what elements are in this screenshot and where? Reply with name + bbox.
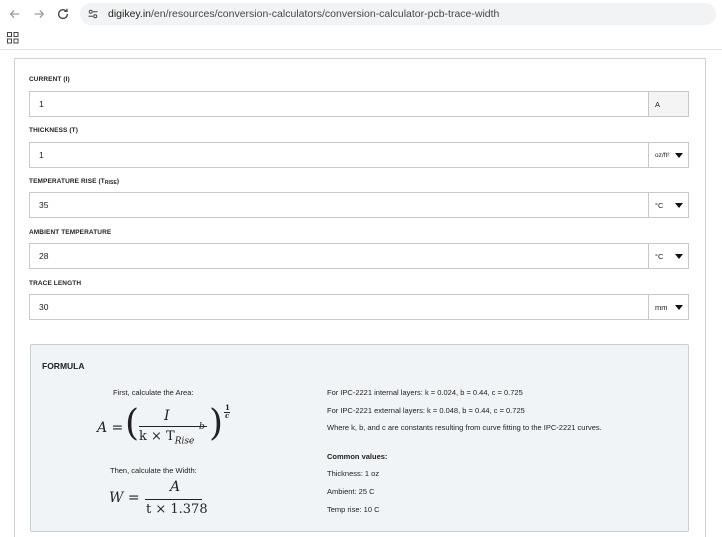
width-step-text: Then, calculate the Width:	[110, 466, 197, 475]
left-paren: (	[125, 403, 140, 444]
temperature-rise-input[interactable]: 35	[29, 192, 648, 218]
right-paren: )	[209, 403, 224, 444]
trace-length-unit-select[interactable]: mm	[648, 294, 689, 320]
ambient-temperature-unit-value: °C	[655, 251, 664, 261]
temperature-rise-label-text: TEMPERATURE RISE (T	[29, 178, 105, 185]
area-numerator: I	[164, 408, 170, 424]
site-settings-icon[interactable]	[86, 7, 100, 21]
current-field: 1 A	[29, 91, 689, 117]
temperature-rise-unit-select[interactable]: °C	[648, 192, 689, 218]
current-unit: A	[648, 91, 689, 117]
apps-grid-icon[interactable]	[7, 32, 19, 44]
width-denominator: t × 1.378	[146, 502, 208, 517]
trace-length-field: 30 mm	[29, 294, 689, 320]
constants-note: Where k, b, and c are constants resultin…	[327, 423, 602, 432]
formula-panel: FORMULA First, calculate the Area: A = (…	[30, 344, 689, 532]
reload-icon	[57, 8, 69, 20]
common-thickness: Thickness: 1 oz	[327, 469, 380, 478]
area-den-k: k × T	[139, 429, 175, 444]
url-text: digikey.in/en/resources/conversion-calcu…	[108, 8, 499, 20]
ambient-temperature-input[interactable]: 28	[29, 243, 648, 269]
caret-down-icon	[675, 203, 683, 208]
area-step-text: First, calculate the Area:	[113, 388, 194, 397]
ambient-temperature-field: 28 °C	[29, 243, 689, 269]
current-input[interactable]: 1	[29, 91, 648, 117]
trace-length-unit-value: mm	[655, 302, 668, 312]
area-fraction-bar	[139, 426, 207, 427]
thickness-unit-select[interactable]: oz/ft²	[648, 142, 689, 168]
common-values-title: Common values:	[327, 452, 388, 461]
address-bar[interactable]: digikey.in/en/resources/conversion-calcu…	[80, 3, 716, 25]
browser-toolbar: digikey.in/en/resources/conversion-calcu…	[0, 0, 722, 28]
temperature-rise-unit-value: °C	[655, 200, 664, 210]
width-formula: W = A t × 1.378	[109, 479, 239, 525]
bookmark-bar	[0, 28, 722, 50]
trace-length-label: TRACE LENGTH	[29, 280, 82, 287]
area-den-sub: Rise	[174, 436, 195, 447]
url-path: /en/resources/conversion-calculators/con…	[151, 8, 500, 20]
current-label: CURRENT (I)	[29, 76, 70, 83]
arrow-left-icon	[9, 10, 20, 18]
temperature-rise-field: 35 °C	[29, 192, 689, 218]
thickness-unit-value: oz/ft²	[655, 151, 670, 159]
caret-down-icon	[675, 305, 683, 310]
forward-button[interactable]	[29, 4, 49, 24]
back-button[interactable]	[5, 4, 25, 24]
thickness-label: THICKNESS (T)	[29, 127, 78, 134]
url-domain: digikey.in	[108, 8, 151, 20]
thickness-input[interactable]: 1	[29, 142, 648, 168]
area-lhs: A =	[97, 420, 124, 436]
caret-down-icon	[675, 153, 683, 158]
area-denominator: k × TRise	[139, 429, 194, 447]
common-ambient: Ambient: 25 C	[327, 487, 375, 496]
caret-down-icon	[675, 254, 683, 259]
width-fraction-bar	[145, 499, 202, 500]
area-den-exponent: b	[199, 422, 205, 432]
width-lhs: W =	[109, 490, 140, 506]
arrow-right-icon	[34, 10, 45, 18]
reload-button[interactable]	[53, 4, 73, 24]
ambient-temperature-unit-select[interactable]: °C	[648, 243, 689, 269]
internal-layers-note: For IPC-2221 internal layers: k = 0.024,…	[327, 388, 523, 397]
thickness-field: 1 oz/ft²	[29, 142, 689, 168]
width-numerator: A	[170, 479, 181, 495]
formula-title: FORMULA	[42, 361, 85, 371]
trace-length-input[interactable]: 30	[29, 294, 648, 320]
ambient-temperature-label: AMBIENT TEMPERATURE	[29, 229, 112, 236]
area-exp-denominator: c	[225, 411, 230, 420]
external-layers-note: For IPC-2221 external layers: k = 0.048,…	[327, 406, 525, 415]
common-temp-rise: Temp rise: 10 C	[327, 505, 380, 514]
temperature-rise-label: TEMPERATURE RISE (TRISE)	[29, 178, 119, 186]
area-formula: A = ( I k × TRise b ) 1 c	[97, 403, 247, 455]
temperature-rise-label-suffix: )	[116, 178, 120, 185]
temperature-rise-label-sub: RISE	[104, 180, 117, 186]
